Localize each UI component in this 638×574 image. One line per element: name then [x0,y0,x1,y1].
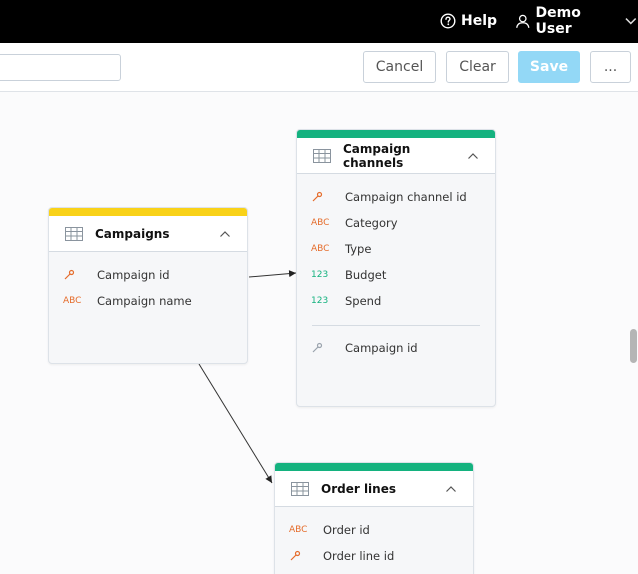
dataset-card-order-lines[interactable]: Order lines ABC Order id Order line id [274,462,474,574]
reference-row[interactable]: Campaign id [297,335,495,361]
reference-key-icon [311,342,345,354]
relationship-arrow-campaigns-orderlines[interactable] [198,363,273,484]
field-label: Category [345,216,398,230]
chevron-up-icon[interactable] [467,152,479,160]
text-attribute-icon: ABC [311,218,330,228]
dataset-table-icon [65,226,83,241]
toolbar: Cancel Clear Save ... [0,43,638,92]
field-row[interactable]: ABC Type [297,236,495,262]
field-row[interactable]: Campaign channel id [297,184,495,210]
dataset-title: Campaign channels [343,141,411,170]
field-label: Campaign name [97,294,192,308]
chevron-up-icon[interactable] [219,230,231,238]
field-row[interactable]: ABC Category [297,210,495,236]
help-icon [440,13,456,29]
field-row[interactable]: Campaign id [49,262,247,288]
model-name-input[interactable] [0,54,121,81]
text-attribute-icon: ABC [311,244,330,254]
dataset-card-campaign-channels[interactable]: Campaign channels Campaign channel id AB… [296,129,496,407]
reference-label: Campaign id [345,341,418,355]
chevron-down-icon [625,18,637,25]
field-label: Spend [345,294,382,308]
attribute-dataset-bar [49,208,247,216]
help-menu[interactable]: Help [440,11,497,31]
text-attribute-icon: ABC [63,296,82,306]
save-button[interactable]: Save [518,51,580,83]
fact-dataset-bar [275,463,473,471]
dataset-fields: Campaign channel id ABC Category ABC Typ… [297,174,495,361]
field-row[interactable]: 123 Budget [297,262,495,288]
dataset-fields: Campaign id ABC Campaign name [49,252,247,314]
dataset-title: Campaigns [95,226,170,241]
user-icon [516,14,530,28]
more-button[interactable]: ... [590,51,631,83]
relationship-arrow-campaigns-channels[interactable] [248,270,297,278]
dataset-header[interactable]: Campaign channels [297,138,495,174]
field-row[interactable]: ABC Order id [275,517,473,543]
numeric-fact-icon: 123 [311,296,329,306]
field-label: Campaign channel id [345,190,467,204]
key-icon [289,550,323,562]
dataset-header[interactable]: Order lines [275,471,473,507]
fact-dataset-bar [297,130,495,138]
field-row[interactable]: 123 Spend [297,288,495,314]
field-label: Order line id [323,549,395,563]
field-row[interactable]: Order line id [275,543,473,569]
field-row[interactable]: ABC Campaign name [49,288,247,314]
vertical-scrollbar[interactable] [630,329,637,363]
key-icon [311,191,345,203]
field-label: Budget [345,268,387,282]
text-attribute-icon: ABC [289,525,308,535]
top-bar: Help Demo User [0,0,638,43]
dataset-title: Order lines [321,481,396,496]
dataset-table-icon [291,481,309,496]
user-label: Demo User [535,5,581,37]
dataset-card-campaigns[interactable]: Campaigns Campaign id ABC Campaign name [48,207,248,364]
help-label: Help [461,13,498,29]
field-label: Order id [323,523,370,537]
clear-button[interactable]: Clear [446,51,509,83]
modeling-canvas[interactable]: Campaigns Campaign id ABC Campaign name … [0,92,638,574]
references-divider [312,325,480,326]
cancel-button[interactable]: Cancel [363,51,436,83]
dataset-fields: ABC Order id Order line id [275,507,473,569]
user-menu[interactable]: Demo User [515,5,638,37]
field-label: Campaign id [97,268,170,282]
dataset-header[interactable]: Campaigns [49,216,247,252]
chevron-up-icon[interactable] [445,485,457,493]
key-icon [63,269,97,281]
field-label: Type [345,242,372,256]
numeric-fact-icon: 123 [311,270,329,280]
dataset-table-icon [313,148,331,163]
